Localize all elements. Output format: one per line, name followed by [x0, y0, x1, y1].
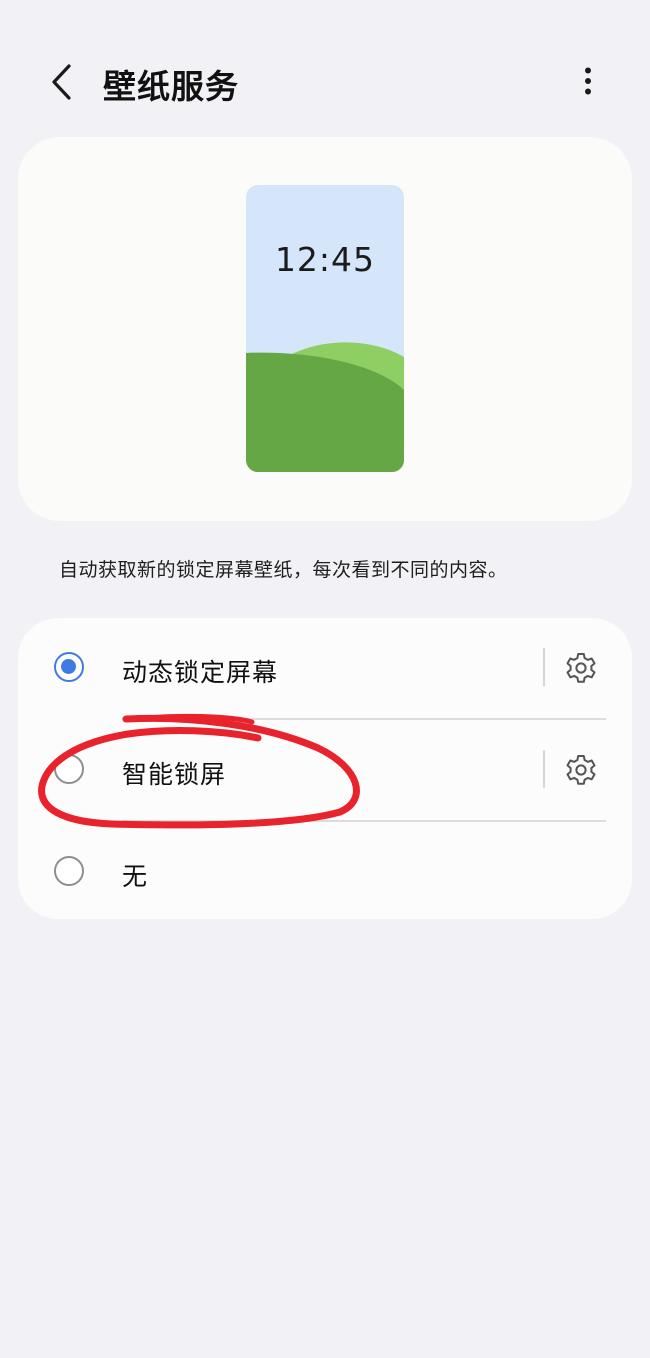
more-vertical-icon	[585, 67, 591, 95]
gear-icon	[566, 653, 596, 683]
more-options-button[interactable]	[566, 58, 610, 106]
option-smart-lock-screen[interactable]: 智能锁屏	[18, 720, 632, 820]
wallpaper-services-page: 壁纸服务 12:45 自动获取新的锁定屏幕壁纸，每次看到不同的内容。 动态锁定屏…	[0, 0, 650, 1358]
preview-clock: 12:45	[274, 240, 376, 279]
option-none[interactable]: 无	[18, 822, 632, 922]
chevron-left-icon	[52, 64, 71, 100]
option-label: 无	[122, 862, 149, 891]
page-title: 壁纸服务	[103, 67, 239, 106]
settings-button[interactable]	[562, 751, 600, 789]
radio-button-selected[interactable]	[54, 652, 84, 682]
option-label: 智能锁屏	[122, 760, 227, 789]
wallpaper-preview-card: 12:45	[18, 137, 632, 521]
settings-button[interactable]	[562, 649, 600, 687]
options-list: 动态锁定屏幕 智能锁屏 无	[18, 618, 632, 919]
radio-button[interactable]	[54, 754, 84, 784]
radio-button[interactable]	[54, 856, 84, 886]
gear-icon	[566, 755, 596, 785]
description-text: 自动获取新的锁定屏幕壁纸，每次看到不同的内容。	[59, 559, 508, 581]
vertical-divider	[543, 750, 545, 788]
vertical-divider	[543, 648, 545, 686]
hills-wallpaper-image	[246, 342, 404, 472]
lock-screen-preview: 12:45	[246, 185, 404, 472]
option-dynamic-lock-screen[interactable]: 动态锁定屏幕	[18, 618, 632, 718]
option-label: 动态锁定屏幕	[122, 658, 279, 687]
back-button[interactable]	[36, 56, 88, 108]
